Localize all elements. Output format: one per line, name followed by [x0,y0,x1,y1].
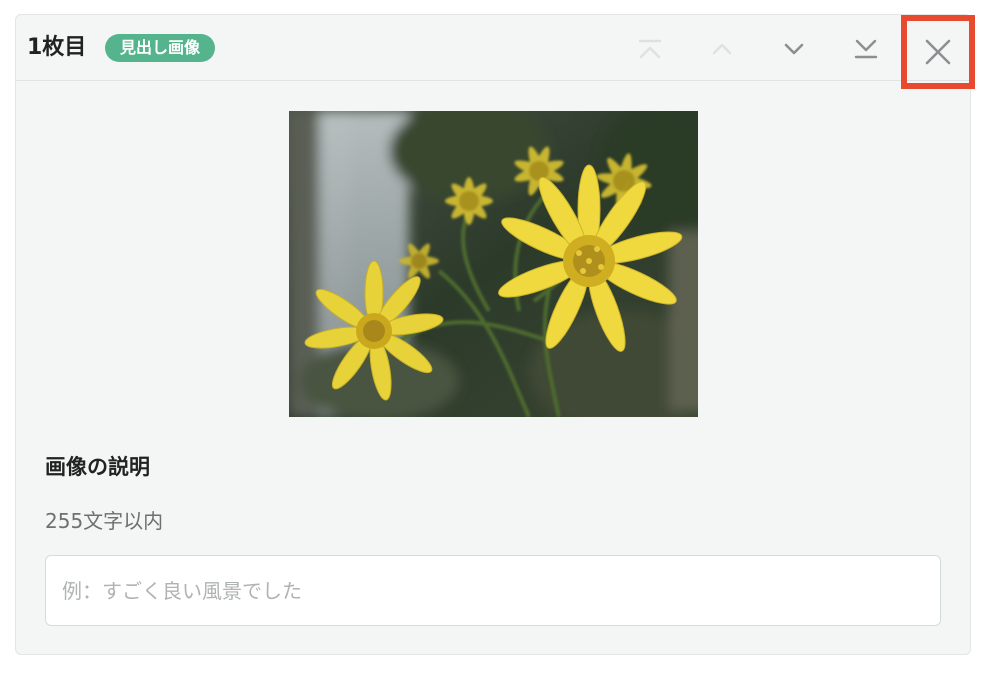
move-down-icon [784,43,804,55]
close-icon [925,39,951,65]
close-button[interactable] [901,15,975,89]
move-to-top-icon [638,39,662,59]
card-header: 1枚目 見出し画像 [16,15,975,89]
featured-image-badge: 見出し画像 [105,34,216,62]
move-up-icon [712,43,732,55]
move-down-button[interactable] [770,27,818,71]
move-to-bottom-icon [854,39,878,59]
move-to-top-button[interactable] [626,27,674,71]
move-to-bottom-button[interactable] [842,27,890,71]
move-up-button[interactable] [698,27,746,71]
image-description-input[interactable] [45,555,941,626]
character-limit-hint: 255文字以内 [45,509,164,533]
flower-photo [289,111,698,417]
image-description-title: 画像の説明 [45,455,150,479]
image-card: 1枚目 見出し画像 画像の説明 255文字以内 例：すごく良い風景でした [15,14,975,655]
uploaded-image [289,111,698,417]
image-order-label: 1枚目 [27,35,87,60]
